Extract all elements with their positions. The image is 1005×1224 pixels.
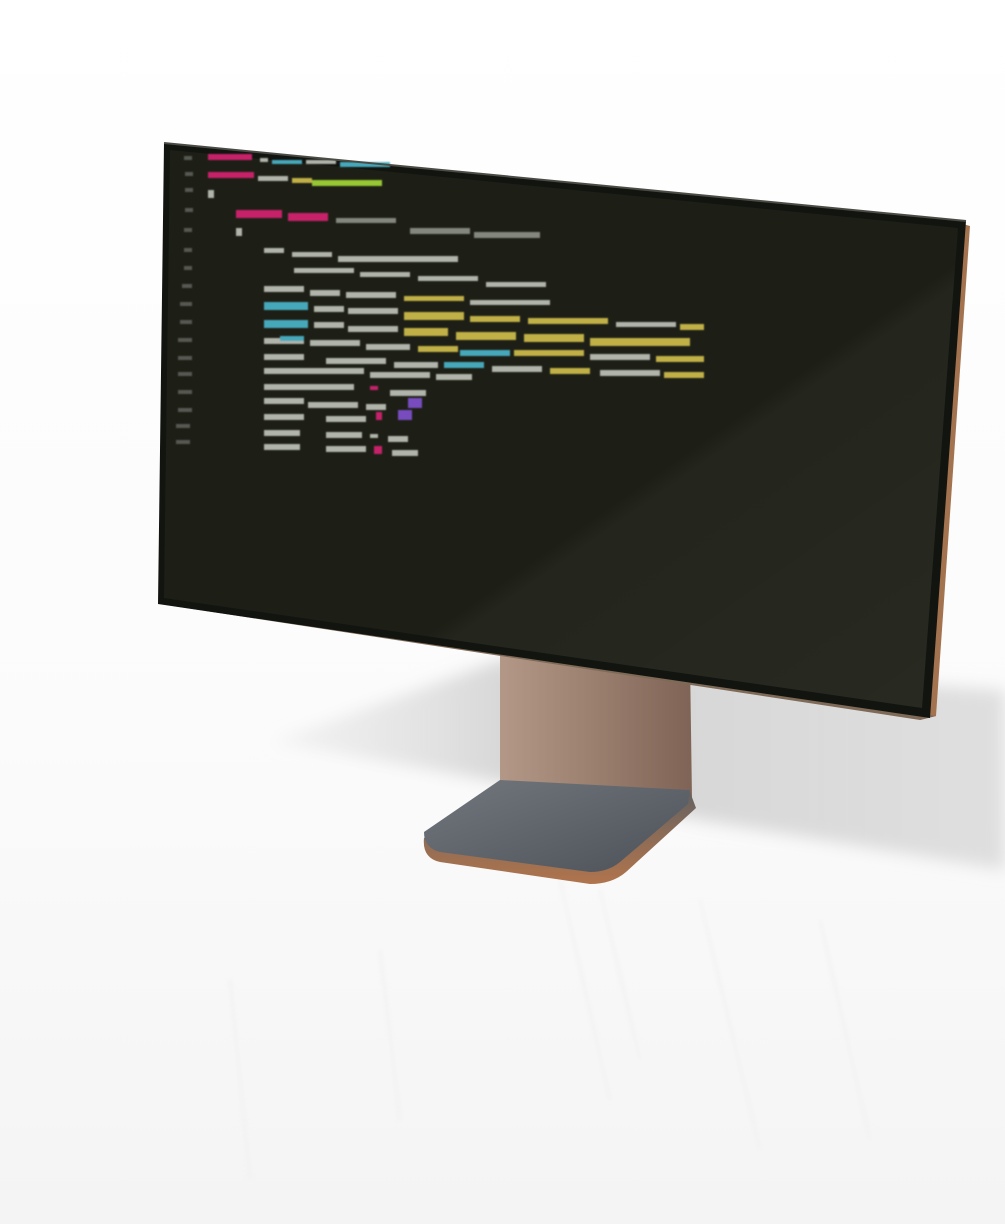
scene-svg bbox=[0, 0, 1005, 1224]
photo-scene bbox=[0, 0, 1005, 1224]
